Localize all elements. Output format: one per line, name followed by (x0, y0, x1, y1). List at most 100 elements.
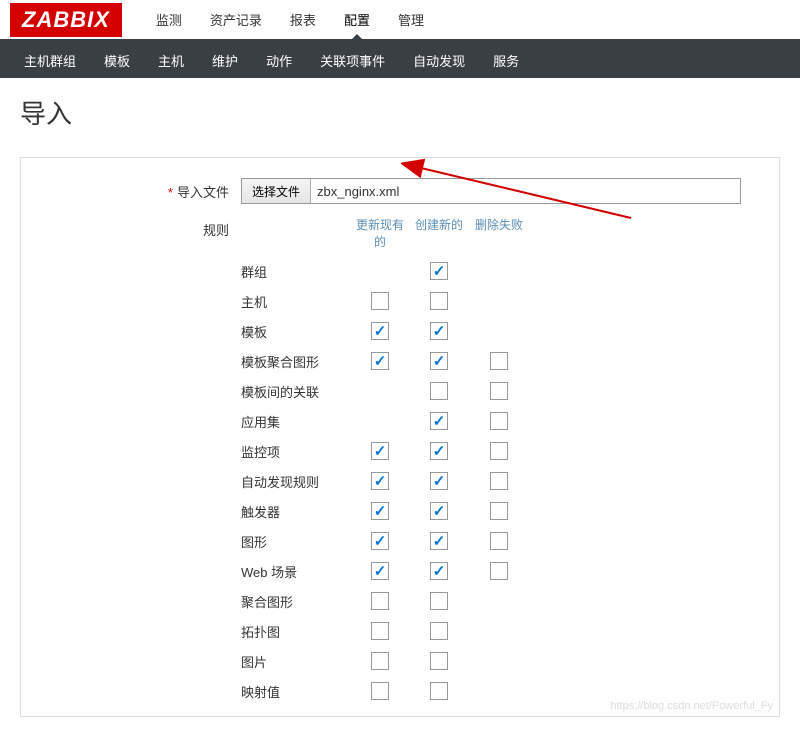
rule-check-cell-create (409, 442, 469, 460)
checkbox-update[interactable] (371, 442, 389, 460)
rule-check-cell-delete (469, 412, 529, 430)
rules-label: 规则 (41, 216, 241, 239)
rule-check-cell-create (409, 412, 469, 430)
checkbox-update[interactable] (371, 352, 389, 370)
checkbox-create[interactable] (430, 502, 448, 520)
main-nav-item[interactable]: 资产记录 (196, 0, 276, 39)
col-update-existing: 更新现有的 (351, 216, 409, 250)
col-create-new: 创建新的 (409, 216, 469, 250)
rule-line: Web 场景 (241, 556, 759, 586)
checkbox-create[interactable] (430, 442, 448, 460)
checkbox-create[interactable] (430, 472, 448, 490)
rule-line: 模板聚合图形 (241, 346, 759, 376)
rule-check-cell-create (409, 262, 469, 280)
rules-row: 规则 更新现有的 创建新的 删除失败 群组主机模板模板聚合图形模板间的关联应用集… (41, 216, 759, 706)
checkbox-delete[interactable] (490, 532, 508, 550)
rule-check-cell-update (351, 562, 409, 580)
checkbox-create[interactable] (430, 532, 448, 550)
rule-name: 聚合图形 (241, 592, 351, 611)
rule-check-cell-update (351, 652, 409, 670)
checkbox-delete[interactable] (490, 502, 508, 520)
rule-name: 模板间的关联 (241, 382, 351, 401)
checkbox-create[interactable] (430, 412, 448, 430)
checkbox-create[interactable] (430, 592, 448, 610)
rule-check-cell-create (409, 292, 469, 310)
rule-check-cell-update (351, 322, 409, 340)
checkbox-delete[interactable] (490, 472, 508, 490)
sub-nav-item[interactable]: 动作 (252, 43, 306, 78)
sub-nav-item[interactable]: 关联项事件 (306, 43, 399, 78)
rule-name: 监控项 (241, 442, 351, 461)
rule-line: 自动发现规则 (241, 466, 759, 496)
rule-check-cell-create (409, 682, 469, 700)
sub-nav-item[interactable]: 模板 (90, 43, 144, 78)
rule-line: 应用集 (241, 406, 759, 436)
rule-line: 聚合图形 (241, 586, 759, 616)
rule-name: 触发器 (241, 502, 351, 521)
rule-name: 自动发现规则 (241, 472, 351, 491)
rule-check-cell-create (409, 352, 469, 370)
rule-check-cell-update (351, 352, 409, 370)
rule-line: 模板 (241, 316, 759, 346)
rule-check-cell-update (351, 622, 409, 640)
logo: ZABBIX (10, 3, 122, 37)
sub-nav-item[interactable]: 主机群组 (10, 43, 90, 78)
rule-line: 图片 (241, 646, 759, 676)
checkbox-update[interactable] (371, 292, 389, 310)
checkbox-delete[interactable] (490, 442, 508, 460)
checkbox-update[interactable] (371, 652, 389, 670)
main-nav-item[interactable]: 管理 (384, 0, 438, 39)
sub-nav-item[interactable]: 服务 (479, 43, 533, 78)
col-delete-failed: 删除失败 (469, 216, 529, 250)
rule-check-cell-create (409, 472, 469, 490)
rule-check-cell-update (351, 682, 409, 700)
rule-name: 模板聚合图形 (241, 352, 351, 371)
rule-check-cell-update (351, 592, 409, 610)
rule-name: 应用集 (241, 412, 351, 431)
checkbox-create[interactable] (430, 382, 448, 400)
rule-check-cell-delete (469, 382, 529, 400)
checkbox-update[interactable] (371, 682, 389, 700)
checkbox-create[interactable] (430, 622, 448, 640)
checkbox-create[interactable] (430, 322, 448, 340)
checkbox-update[interactable] (371, 532, 389, 550)
checkbox-update[interactable] (371, 502, 389, 520)
checkbox-create[interactable] (430, 262, 448, 280)
rule-check-cell-update (351, 442, 409, 460)
checkbox-delete[interactable] (490, 412, 508, 430)
sub-nav-item[interactable]: 主机 (144, 43, 198, 78)
checkbox-create[interactable] (430, 682, 448, 700)
checkbox-delete[interactable] (490, 352, 508, 370)
rule-check-cell-delete (469, 532, 529, 550)
rule-name: 映射值 (241, 682, 351, 701)
sub-nav-item[interactable]: 自动发现 (399, 43, 479, 78)
rule-check-cell-update (351, 502, 409, 520)
file-input[interactable]: 选择文件 zbx_nginx.xml (241, 178, 741, 204)
checkbox-create[interactable] (430, 292, 448, 310)
rule-check-cell-update (351, 532, 409, 550)
rule-name: 群组 (241, 262, 351, 281)
main-nav-item[interactable]: 报表 (276, 0, 330, 39)
checkbox-update[interactable] (371, 592, 389, 610)
rule-line: 模板间的关联 (241, 376, 759, 406)
checkbox-create[interactable] (430, 562, 448, 580)
choose-file-button[interactable]: 选择文件 (242, 179, 311, 203)
sub-nav-item[interactable]: 维护 (198, 43, 252, 78)
rule-name: 模板 (241, 322, 351, 341)
checkbox-create[interactable] (430, 352, 448, 370)
rule-check-cell-create (409, 562, 469, 580)
file-name: zbx_nginx.xml (311, 184, 405, 199)
checkbox-update[interactable] (371, 562, 389, 580)
checkbox-update[interactable] (371, 472, 389, 490)
checkbox-update[interactable] (371, 322, 389, 340)
rule-check-cell-delete (469, 442, 529, 460)
main-nav-item[interactable]: 配置 (330, 0, 384, 39)
rule-line: 主机 (241, 286, 759, 316)
checkbox-update[interactable] (371, 622, 389, 640)
rule-name: 主机 (241, 292, 351, 311)
rule-name: 图片 (241, 652, 351, 671)
main-nav-item[interactable]: 监测 (142, 0, 196, 39)
checkbox-delete[interactable] (490, 562, 508, 580)
checkbox-create[interactable] (430, 652, 448, 670)
checkbox-delete[interactable] (490, 382, 508, 400)
